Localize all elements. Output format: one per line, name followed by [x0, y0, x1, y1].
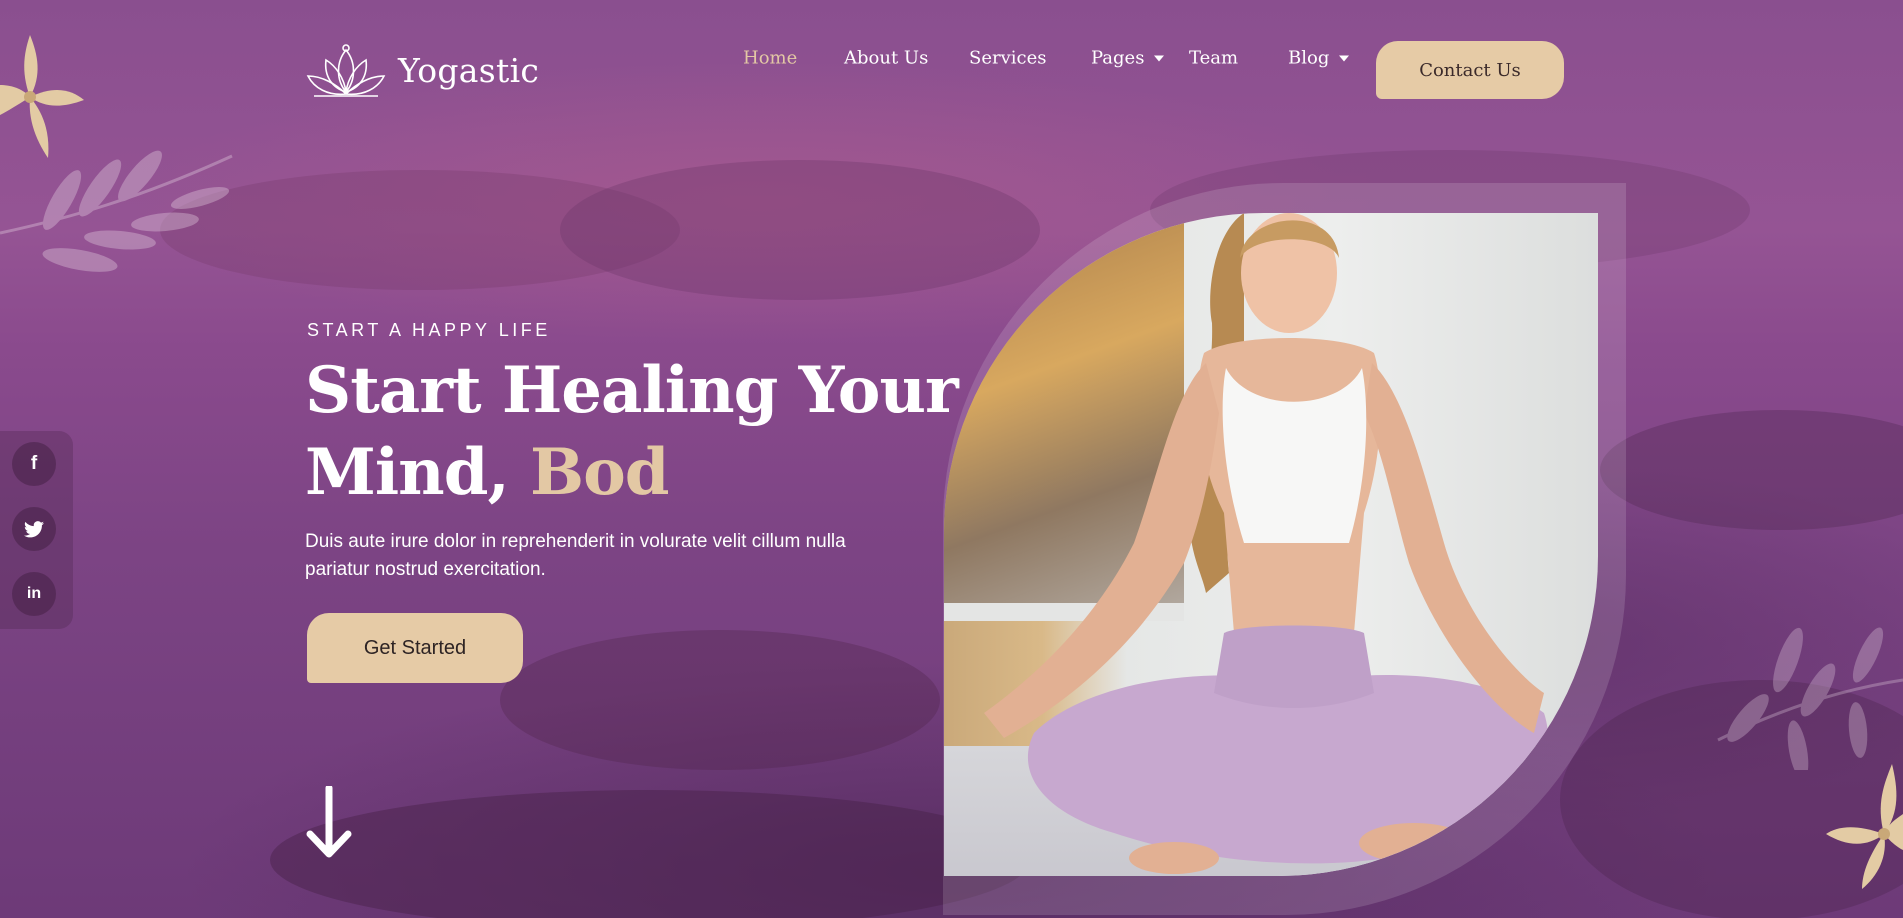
nav-item-label: Services	[969, 47, 1047, 69]
facebook-icon[interactable]: f	[12, 442, 56, 486]
nav-item-team[interactable]: Team	[1189, 48, 1238, 69]
twitter-bird-glyph	[24, 520, 44, 537]
nav-item-about-us[interactable]: About Us	[844, 48, 928, 69]
hero-headline: Start Healing Your Mind, Bod	[305, 350, 959, 514]
site-logo[interactable]: Yogastic	[306, 42, 539, 98]
nav-item-pages[interactable]: Pages	[1091, 47, 1165, 69]
nav-item-services[interactable]: Services	[969, 48, 1046, 69]
nav-item-label: Home	[743, 47, 798, 69]
hero-image	[944, 213, 1598, 876]
chevron-down-icon	[1339, 55, 1350, 61]
contact-us-button[interactable]: Contact Us	[1376, 41, 1564, 99]
nav-item-label: Pages	[1091, 47, 1145, 69]
nav-item-home[interactable]: Home	[743, 48, 797, 69]
flower-decoration-bottom-right	[1826, 764, 1903, 889]
social-rail: f in	[0, 431, 73, 629]
linkedin-icon[interactable]: in	[12, 572, 56, 616]
lotus-icon	[306, 44, 386, 97]
headline-line-2: Mind,	[305, 435, 530, 510]
chevron-down-icon	[1154, 55, 1165, 61]
leaf-decoration-left	[0, 150, 233, 272]
nav-item-label: Blog	[1288, 47, 1330, 69]
hero-description: Duis aute irure dolor in reprehenderit i…	[305, 531, 846, 580]
brand-name: Yogastic	[398, 50, 540, 90]
flower-decoration-top-left	[0, 35, 84, 158]
leaf-decoration-right	[1717, 627, 1903, 770]
nav-item-blog[interactable]: Blog	[1288, 47, 1350, 69]
headline-line-1: Start Healing Your	[305, 353, 959, 428]
hero-eyebrow: START A HAPPY LIFE	[307, 320, 551, 340]
nav-item-label: Team	[1189, 47, 1239, 69]
get-started-button[interactable]: Get Started	[307, 613, 523, 683]
headline-accent: Bod	[530, 435, 670, 510]
meditating-woman-illustration	[984, 213, 1548, 874]
arrow-down-icon[interactable]	[306, 786, 352, 858]
nav-item-label: About Us	[844, 47, 929, 69]
twitter-icon[interactable]	[12, 507, 56, 551]
